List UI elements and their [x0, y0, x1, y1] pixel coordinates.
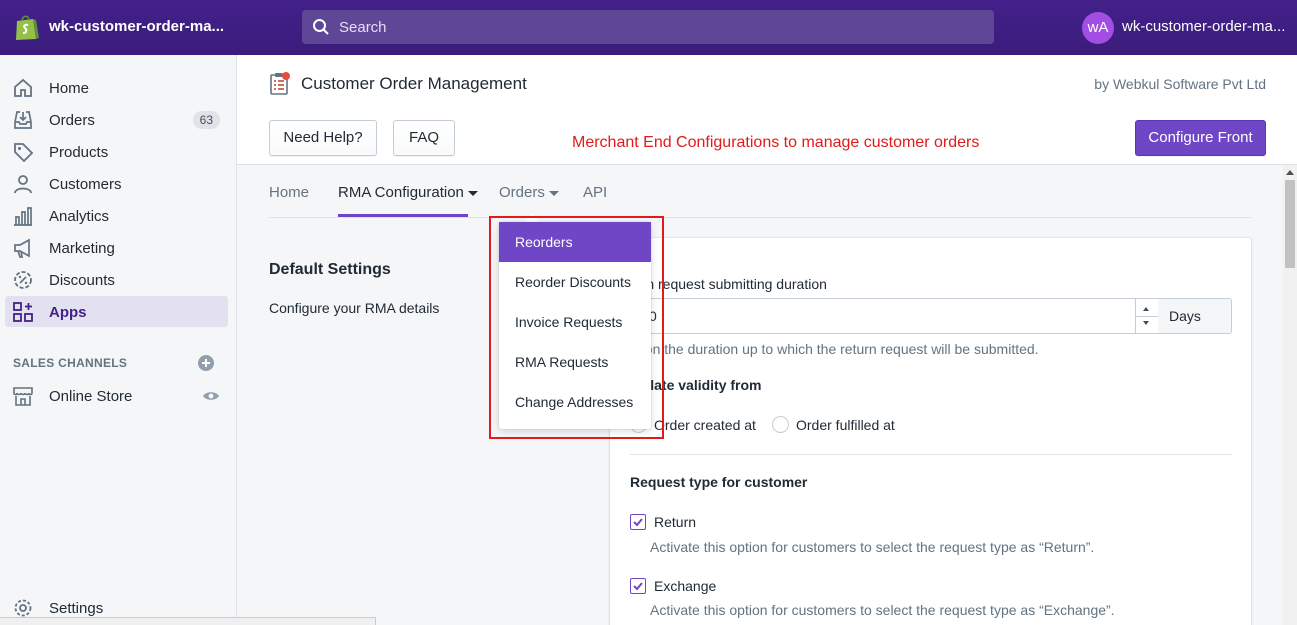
sidebar-item-label: Apps — [49, 304, 87, 321]
radio-order-fulfilled[interactable] — [772, 416, 789, 433]
sidebar-item-home[interactable]: Home — [5, 72, 228, 103]
configure-front-button[interactable]: Configure Front — [1135, 120, 1266, 156]
return-help: Activate this option for customers to se… — [650, 539, 1095, 555]
sidebar-item-apps[interactable]: Apps — [5, 296, 228, 327]
exchange-help: Activate this option for customers to se… — [650, 602, 1115, 618]
sidebar-item-label: Home — [49, 80, 90, 97]
bar-chart-icon — [14, 207, 32, 226]
account-name[interactable]: wk-customer-order-ma... — [1122, 18, 1285, 35]
search-input[interactable]: Search — [302, 10, 994, 44]
sidebar-item-discounts[interactable]: Discounts — [5, 264, 228, 295]
stepper-divider — [1136, 316, 1159, 317]
return-checkbox[interactable] — [630, 514, 646, 530]
add-channel-icon[interactable] — [197, 354, 215, 372]
checkmark-icon — [633, 518, 643, 527]
radio-label-fulfilled: Order fulfilled at — [796, 417, 895, 433]
sidebar-item-label: Marketing — [49, 240, 115, 257]
stepper-down-icon[interactable] — [1143, 321, 1149, 325]
tab-api[interactable]: API — [583, 184, 607, 201]
discount-icon — [14, 271, 32, 289]
sidebar-item-label: Discounts — [49, 272, 115, 289]
avatar[interactable]: wA — [1082, 12, 1114, 44]
sidebar-item-marketing[interactable]: Marketing — [5, 232, 228, 263]
person-icon — [14, 175, 32, 194]
sidebar-item-products[interactable]: Products — [5, 136, 228, 167]
chevron-down-icon — [548, 190, 559, 196]
section-title: Default Settings — [269, 261, 391, 278]
sidebar-item-analytics[interactable]: Analytics — [5, 200, 228, 231]
orders-count-badge: 63 — [192, 111, 220, 129]
gear-icon — [14, 599, 32, 617]
settings-card: turn request submitting duration 0 Days … — [610, 238, 1251, 625]
apps-icon — [13, 302, 33, 322]
sales-channels-heading: SALES CHANNELS — [13, 356, 128, 370]
request-type-title: Request type for customer — [630, 474, 808, 490]
search-placeholder: Search — [339, 19, 387, 36]
duration-help: ntion the duration up to which the retur… — [630, 341, 1039, 357]
tab-home[interactable]: Home — [269, 184, 309, 201]
need-help-button[interactable]: Need Help? — [269, 120, 377, 156]
orders-icon — [14, 111, 32, 129]
megaphone-icon — [14, 238, 30, 258]
tab-rma-configuration[interactable]: RMA Configuration — [338, 184, 478, 201]
scroll-up-icon[interactable] — [1286, 170, 1294, 175]
page-title: Customer Order Management — [301, 74, 527, 93]
eye-icon[interactable] — [202, 387, 220, 405]
highlight-annotation-box — [489, 216, 664, 439]
app-header: Customer Order Management by Webkul Soft… — [237, 55, 1297, 165]
sidebar-item-customers[interactable]: Customers — [5, 168, 228, 199]
sidebar-item-orders[interactable]: Orders 63 — [5, 104, 228, 135]
sidebar-item-label: Customers — [49, 176, 122, 193]
scrollbar-thumb[interactable] — [1285, 180, 1295, 268]
shopify-bag-icon[interactable] — [13, 13, 39, 41]
section-subtitle: Configure your RMA details — [269, 300, 440, 316]
top-bar: wk-customer-order-ma... Search wA wk-cus… — [0, 0, 1297, 55]
sidebar-item-label: Settings — [49, 600, 104, 617]
search-icon — [313, 19, 329, 35]
duration-unit: Days — [1158, 298, 1232, 334]
sidebar-item-label: Orders — [49, 112, 95, 129]
duration-stepper[interactable] — [1135, 299, 1159, 333]
return-label: Return — [654, 514, 697, 530]
store-name[interactable]: wk-customer-order-ma... — [49, 18, 224, 35]
active-tab-indicator — [338, 214, 468, 217]
tag-icon — [14, 143, 34, 163]
tab-bar: Home RMA Configuration Orders API — [269, 165, 1251, 218]
sidebar-item-online-store[interactable]: Online Store — [5, 380, 228, 411]
exchange-checkbox[interactable] — [630, 578, 646, 594]
sidebar-item-label: Products — [49, 144, 109, 161]
duration-input[interactable]: 0 — [630, 298, 1159, 334]
faq-button[interactable]: FAQ — [393, 120, 455, 156]
stepper-up-icon[interactable] — [1143, 307, 1149, 311]
home-icon — [14, 78, 32, 97]
app-clipboard-icon — [270, 72, 290, 95]
sidebar-item-label: Online Store — [49, 388, 133, 405]
main-content: Customer Order Management by Webkul Soft… — [237, 55, 1297, 625]
divider — [630, 454, 1232, 455]
sidebar: Home Orders 63 Products Customers Analyt… — [0, 55, 237, 625]
sidebar-item-label: Analytics — [49, 208, 110, 225]
checkmark-icon — [633, 582, 643, 591]
vendor-line: by Webkul Software Pvt Ltd — [1094, 76, 1266, 92]
store-icon — [13, 387, 33, 406]
annotation-note: Merchant End Configurations to manage cu… — [572, 134, 980, 151]
radio-label-created: Order created at — [654, 417, 756, 433]
exchange-label: Exchange — [654, 578, 717, 594]
chevron-down-icon — [467, 190, 478, 196]
tab-orders[interactable]: Orders — [499, 184, 559, 201]
scrollbar[interactable] — [1283, 165, 1297, 625]
